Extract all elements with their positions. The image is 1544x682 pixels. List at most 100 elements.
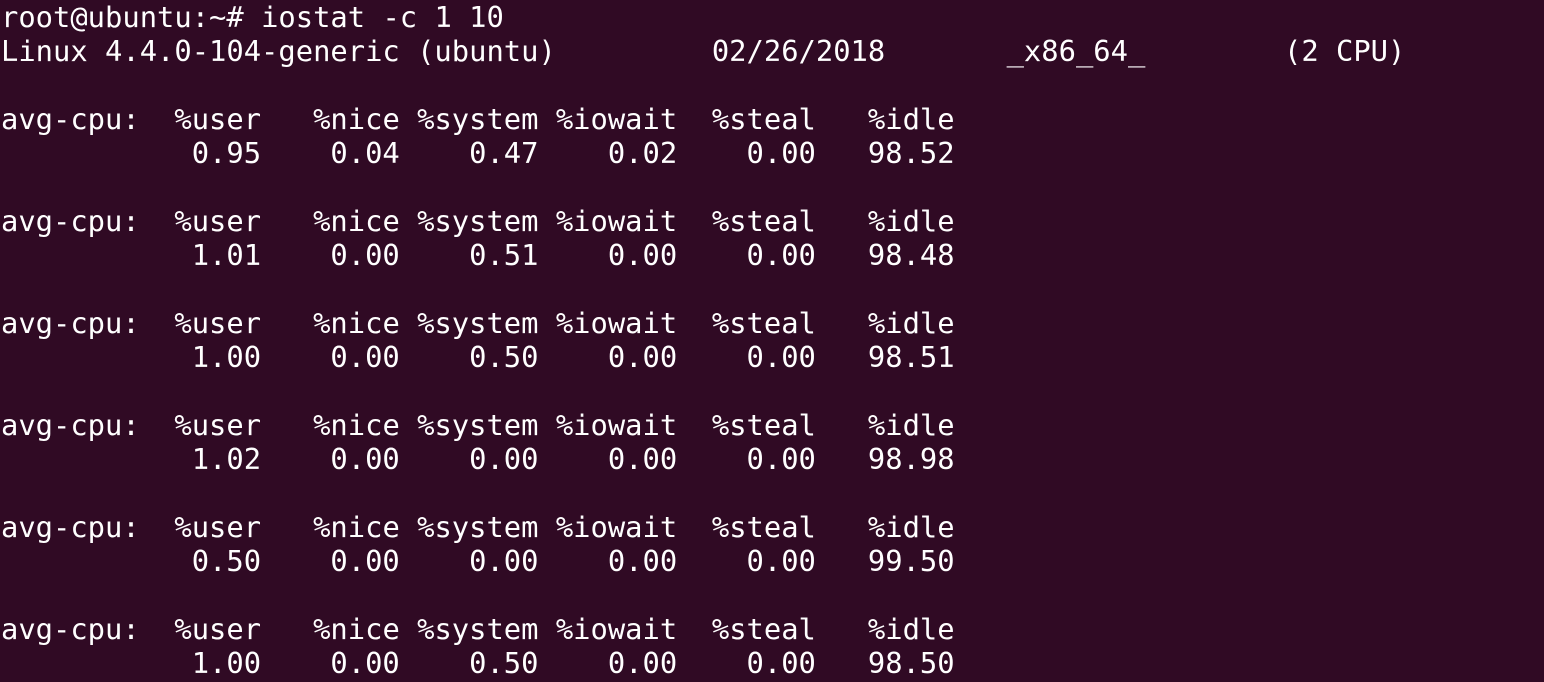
column-header: %idle [815, 306, 955, 340]
cpu-count: (2 CPU) [1284, 34, 1406, 68]
column-header: %user [139, 510, 262, 544]
cpu-header-line: avg-cpu: %user %nice %system %iowait %st… [0, 102, 1544, 136]
column-header: %idle [815, 204, 955, 238]
cpu-values-line: 1.00 0.00 0.50 0.00 0.00 98.50 [0, 646, 1544, 680]
cpu-value: 1.00 [1, 646, 262, 680]
column-header: %idle [815, 612, 955, 646]
cpu-values-line: 0.95 0.04 0.47 0.02 0.00 98.52 [0, 136, 1544, 170]
column-header: %system [399, 102, 539, 136]
cpu-header-line: avg-cpu: %user %nice %system %iowait %st… [0, 510, 1544, 544]
cpu-value: 0.04 [261, 136, 400, 170]
column-header: %user [139, 408, 262, 442]
avg-cpu-label: avg-cpu: [1, 510, 140, 544]
cpu-header-line: avg-cpu: %user %nice %system %iowait %st… [0, 612, 1544, 646]
cpu-value: 0.00 [538, 340, 678, 374]
cpu-value: 0.00 [399, 442, 539, 476]
cpu-value: 0.00 [261, 442, 400, 476]
column-header: %steal [677, 204, 816, 238]
cpu-values-line: 0.50 0.00 0.00 0.00 0.00 99.50 [0, 544, 1544, 578]
column-header: %system [399, 204, 539, 238]
avg-cpu-label: avg-cpu: [1, 612, 140, 646]
column-header: %nice [261, 102, 400, 136]
cpu-value: 0.00 [677, 646, 816, 680]
cpu-value: 0.00 [677, 544, 816, 578]
column-header: %iowait [538, 102, 678, 136]
cpu-header-line: avg-cpu: %user %nice %system %iowait %st… [0, 204, 1544, 238]
cpu-value: 0.00 [538, 238, 678, 272]
cpu-value: 0.00 [399, 544, 539, 578]
command-text: iostat -c 1 10 [261, 0, 504, 34]
cpu-value: 98.98 [815, 442, 955, 476]
cpu-value: 0.00 [677, 136, 816, 170]
column-header: %system [399, 510, 539, 544]
column-header: %steal [677, 306, 816, 340]
architecture: _x86_64_ [1006, 34, 1146, 68]
cpu-values-line: 1.00 0.00 0.50 0.00 0.00 98.51 [0, 340, 1544, 374]
column-header: %idle [815, 102, 955, 136]
avg-cpu-label: avg-cpu: [1, 204, 140, 238]
column-header: %nice [261, 510, 400, 544]
cpu-value: 0.50 [399, 646, 539, 680]
cpu-value: 98.51 [815, 340, 955, 374]
cpu-values-line: 1.02 0.00 0.00 0.00 0.00 98.98 [0, 442, 1544, 476]
cpu-value: 0.00 [261, 340, 400, 374]
cpu-values-line: 1.01 0.00 0.51 0.00 0.00 98.48 [0, 238, 1544, 272]
terminal-window[interactable]: root@ubuntu:~# iostat -c 1 10 Linux 4.4.… [0, 0, 1544, 682]
cpu-value: 0.50 [1, 544, 262, 578]
cpu-value: 0.00 [261, 646, 400, 680]
column-header: %iowait [538, 408, 678, 442]
column-header: %user [139, 306, 262, 340]
cpu-samples: avg-cpu: %user %nice %system %iowait %st… [0, 102, 1544, 680]
cpu-value: 1.00 [1, 340, 262, 374]
kernel-info: Linux 4.4.0-104-generic (ubuntu) [1, 34, 556, 68]
cpu-value: 0.00 [538, 646, 678, 680]
cpu-value: 1.02 [1, 442, 262, 476]
column-header: %iowait [538, 204, 678, 238]
cpu-value: 0.47 [399, 136, 539, 170]
cpu-header-line: avg-cpu: %user %nice %system %iowait %st… [0, 408, 1544, 442]
column-header: %system [399, 612, 539, 646]
cpu-value: 0.00 [677, 442, 816, 476]
cpu-value: 99.50 [815, 544, 955, 578]
column-header: %steal [677, 408, 816, 442]
cpu-value: 1.01 [1, 238, 262, 272]
cpu-value: 0.95 [1, 136, 262, 170]
cpu-value: 0.00 [677, 238, 816, 272]
column-header: %nice [261, 408, 400, 442]
avg-cpu-label: avg-cpu: [1, 306, 140, 340]
column-header: %user [139, 102, 262, 136]
column-header: %system [399, 408, 539, 442]
column-header: %steal [677, 612, 816, 646]
column-header: %iowait [538, 612, 678, 646]
column-header: %idle [815, 510, 955, 544]
cpu-value: 0.50 [399, 340, 539, 374]
column-header: %user [139, 612, 262, 646]
column-header: %user [139, 204, 262, 238]
cpu-value: 98.50 [815, 646, 955, 680]
cpu-value: 98.52 [815, 136, 955, 170]
cpu-value: 0.00 [538, 544, 678, 578]
report-date: 02/26/2018 [711, 34, 886, 68]
cpu-value: 0.00 [261, 238, 400, 272]
avg-cpu-label: avg-cpu: [1, 408, 140, 442]
cpu-header-line: avg-cpu: %user %nice %system %iowait %st… [0, 306, 1544, 340]
system-info-line: Linux 4.4.0-104-generic (ubuntu) 02/26/2… [0, 34, 1544, 68]
column-header: %nice [261, 612, 400, 646]
cpu-value: 0.02 [538, 136, 678, 170]
cpu-value: 98.48 [815, 238, 955, 272]
column-header: %iowait [538, 510, 678, 544]
shell-prompt: root@ubuntu:~# [1, 0, 244, 34]
column-header: %idle [815, 408, 955, 442]
cpu-value: 0.00 [677, 340, 816, 374]
column-header: %steal [677, 510, 816, 544]
cpu-value: 0.00 [261, 544, 400, 578]
avg-cpu-label: avg-cpu: [1, 102, 140, 136]
command-line: root@ubuntu:~# iostat -c 1 10 [0, 0, 1544, 34]
column-header: %nice [261, 204, 400, 238]
